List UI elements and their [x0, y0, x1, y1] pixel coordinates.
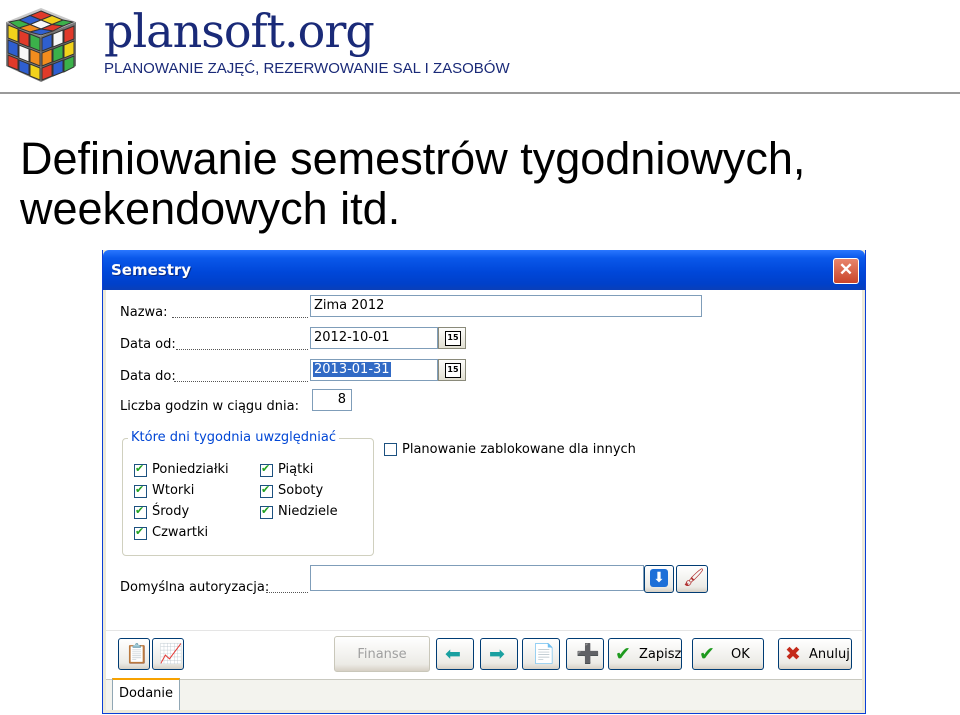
- document-icon: 📋: [125, 643, 149, 665]
- document-button[interactable]: 📋: [118, 638, 150, 670]
- next-button[interactable]: ➡: [480, 638, 518, 670]
- brand-name: plansoft.org: [104, 4, 375, 58]
- thursday-label: Czwartki: [152, 525, 209, 540]
- arrow-right-icon: ➡: [489, 643, 505, 665]
- date-from-calendar-button[interactable]: 15: [438, 327, 466, 349]
- date-to-field[interactable]: 2013-01-31: [310, 359, 438, 381]
- chart-edit-button[interactable]: 📈: [152, 638, 184, 670]
- date-to-value: 2013-01-31: [313, 362, 391, 377]
- brand-tagline: PLANOWANIE ZAJĘĆ, REZERWOWANIE SAL I ZAS…: [104, 60, 510, 77]
- name-field[interactable]: Zima 2012: [310, 295, 702, 317]
- monday-checkbox[interactable]: [134, 462, 147, 477]
- rubik-cube-logo-icon: [6, 8, 76, 82]
- lock-planning-label: Planowanie zablokowane dla innych: [402, 442, 636, 457]
- hours-label: Liczba godzin w ciągu dnia:: [120, 399, 300, 414]
- save-button[interactable]: ✔ Zapisz: [608, 638, 682, 670]
- finanse-button[interactable]: Finanse: [334, 636, 430, 672]
- default-auth-dropdown-button[interactable]: ⬇: [644, 565, 674, 593]
- calendar-icon: 15: [445, 331, 461, 346]
- name-label: Nazwa:: [120, 305, 168, 320]
- dialog-body: Nazwa: Zima 2012 Data od: 2012-10-01 15 …: [106, 290, 862, 710]
- date-to-label: Data do:: [120, 369, 176, 384]
- wednesday-checkbox[interactable]: [134, 504, 147, 519]
- tuesday-label: Wtorki: [152, 483, 195, 498]
- date-from-label: Data od:: [120, 337, 176, 352]
- copy-icon: 📄: [532, 643, 556, 665]
- tuesday-checkbox[interactable]: [134, 483, 147, 498]
- date-from-leader: [176, 349, 308, 350]
- default-auth-field[interactable]: [310, 565, 644, 591]
- header-divider: [0, 92, 960, 94]
- chart-edit-icon: 📈: [159, 643, 183, 665]
- arrow-left-icon: ⬅: [445, 643, 461, 665]
- thursday-checkbox[interactable]: [134, 525, 147, 540]
- date-to-calendar-button[interactable]: 15: [438, 359, 466, 381]
- saturday-checkbox[interactable]: [260, 483, 273, 498]
- friday-checkbox[interactable]: [260, 462, 273, 477]
- dialog-titlebar[interactable]: Semestry ✕: [103, 250, 865, 290]
- add-button[interactable]: ➕: [566, 638, 604, 670]
- cancel-button[interactable]: ✖ Anuluj: [778, 638, 852, 670]
- brush-icon: 🖌: [683, 568, 705, 588]
- previous-button[interactable]: ⬅: [436, 638, 474, 670]
- finanse-label: Finanse: [357, 647, 407, 662]
- cancel-label: Anuluj: [809, 647, 850, 662]
- dialog-title: Semestry: [111, 261, 192, 279]
- arrow-down-icon: ⬇: [650, 569, 668, 587]
- check-icon: ✔: [615, 643, 631, 665]
- ok-button[interactable]: ✔ OK: [692, 638, 764, 670]
- sunday-checkbox[interactable]: [260, 504, 273, 519]
- wednesday-label: Środy: [152, 504, 190, 519]
- toolbar-separator: [106, 630, 862, 631]
- calendar-icon: 15: [445, 363, 461, 378]
- date-to-leader: [174, 381, 308, 382]
- add-document-icon: ➕: [576, 643, 600, 665]
- semestry-dialog: Semestry ✕ Nazwa: Zima 2012 Data od: 201…: [102, 250, 866, 714]
- days-group-legend: Które dni tygodnia uwzględniać: [128, 430, 339, 445]
- slide-title: Definiowanie semestrów tygodniowych, wee…: [20, 133, 806, 234]
- clear-auth-button[interactable]: 🖌: [676, 565, 708, 593]
- save-label: Zapisz: [639, 647, 682, 662]
- date-from-field[interactable]: 2012-10-01: [310, 327, 438, 349]
- check-icon: ✔: [699, 643, 715, 665]
- ok-label: OK: [731, 647, 750, 662]
- sunday-label: Niedziele: [278, 504, 338, 519]
- copy-button[interactable]: 📄: [522, 638, 560, 670]
- default-auth-label: Domyślna autoryzacja:: [120, 580, 270, 595]
- x-icon: ✖: [785, 643, 801, 665]
- monday-label: Poniedziałki: [152, 462, 229, 477]
- friday-label: Piątki: [278, 462, 314, 477]
- close-icon: ✕: [838, 260, 854, 279]
- hours-field[interactable]: 8: [312, 389, 352, 411]
- lock-planning-checkbox[interactable]: [384, 443, 397, 456]
- tab-dodanie[interactable]: Dodanie: [112, 678, 180, 710]
- tab-strip: [106, 679, 862, 710]
- default-auth-leader: [266, 592, 308, 593]
- close-button[interactable]: ✕: [833, 258, 859, 284]
- name-leader: [172, 317, 308, 318]
- saturday-label: Soboty: [278, 483, 324, 498]
